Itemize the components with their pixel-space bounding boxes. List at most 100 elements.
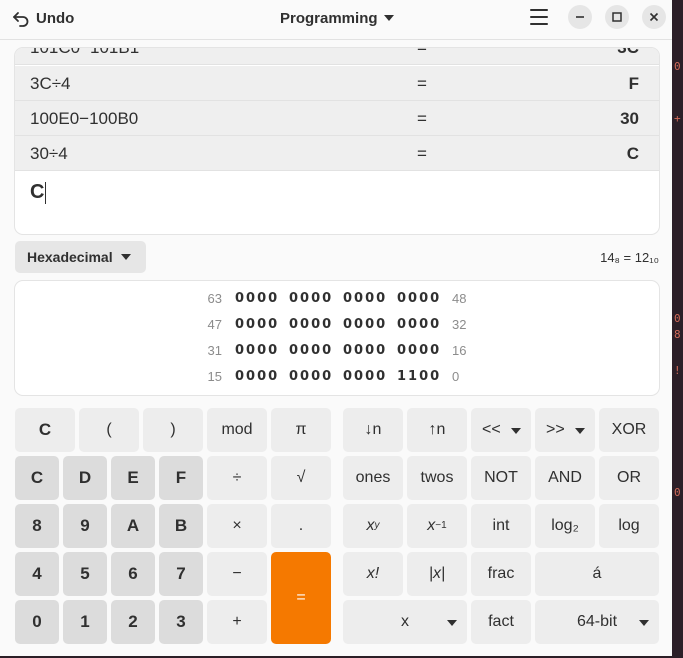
digit-5-button[interactable]: 5 [63, 552, 107, 596]
bit-nibble[interactable]: 0000 [343, 343, 387, 358]
history-row[interactable]: 30÷4 = C [15, 136, 659, 171]
inverse-button[interactable]: x −1 [407, 504, 467, 548]
clear-button[interactable]: C [15, 408, 75, 452]
history-row[interactable]: 101C0−101B1 = 3C [15, 48, 659, 65]
close-button[interactable] [642, 5, 666, 29]
power-button[interactable]: xy [343, 504, 403, 548]
undo-button[interactable]: Undo [8, 6, 78, 30]
minimize-icon [576, 16, 584, 18]
pi-button[interactable]: π [271, 408, 331, 452]
bit-nibble[interactable]: 0000 [289, 317, 333, 332]
mod-button[interactable]: mod [207, 408, 267, 452]
bit-nibble[interactable]: 0000 [397, 291, 441, 306]
mode-selector[interactable]: Programming [280, 6, 394, 30]
chevron-down-icon [120, 254, 131, 260]
word-size-selector[interactable]: 64-bit [535, 600, 659, 644]
factorial-button[interactable]: x! [343, 552, 403, 596]
open-paren-button[interactable]: ( [79, 408, 139, 452]
digit-4-button[interactable]: 4 [15, 552, 59, 596]
digit-1-button[interactable]: 1 [63, 600, 107, 644]
menu-icon[interactable] [530, 9, 548, 25]
log2-button[interactable]: log₂ [535, 504, 595, 548]
bit-nibble[interactable]: 0000 [343, 317, 387, 332]
decimal-point-button[interactable]: . [271, 504, 331, 548]
bit-index-right: 0 [452, 369, 460, 384]
bit-nibble[interactable]: 1100 [397, 369, 441, 384]
equals-button[interactable]: = [271, 552, 331, 644]
digit-6-button[interactable]: 6 [111, 552, 155, 596]
fraction-button[interactable]: frac [471, 552, 531, 596]
absolute-value-button[interactable]: |x| [407, 552, 467, 596]
bit-nibble[interactable]: 0000 [289, 369, 333, 384]
shift-right-label: >> [546, 421, 565, 438]
subtract-button[interactable]: − [207, 552, 267, 596]
history-result: 3C [617, 48, 639, 58]
number-base-selector[interactable]: Hexadecimal [15, 241, 146, 273]
history-equals: = [417, 48, 427, 58]
variable-selector[interactable]: x [343, 600, 467, 644]
bit-nibble[interactable]: 0000 [397, 343, 441, 358]
bit-nibble[interactable]: 0000 [343, 369, 387, 384]
shift-up-button[interactable]: ↑n [407, 408, 467, 452]
digit-8-button[interactable]: 8 [15, 504, 59, 548]
digit-e-button[interactable]: E [111, 456, 155, 500]
ones-complement-button[interactable]: ones [343, 456, 403, 500]
shift-down-button[interactable]: ↓n [343, 408, 403, 452]
digit-f-button[interactable]: F [159, 456, 203, 500]
bit-panel: 63 0000 0000 0000 0000 48 47 0000 0000 0… [15, 281, 659, 395]
digit-a-button[interactable]: A [111, 504, 155, 548]
digit-0-button[interactable]: 0 [15, 600, 59, 644]
chevron-down-icon [639, 620, 649, 626]
history-row[interactable]: 100E0−100B0 = 30 [15, 101, 659, 136]
bit-nibble[interactable]: 0000 [235, 369, 279, 384]
maximize-button[interactable] [605, 5, 629, 29]
not-button[interactable]: NOT [471, 456, 531, 500]
history-expression: 100E0−100B0 [30, 109, 139, 128]
bit-nibble[interactable]: 0000 [235, 291, 279, 306]
bit-nibble[interactable]: 0000 [289, 343, 333, 358]
bit-nibble[interactable]: 0000 [343, 291, 387, 306]
integer-button[interactable]: int [471, 504, 531, 548]
bit-nibble[interactable]: 0000 [235, 343, 279, 358]
bit-index-right: 48 [452, 291, 467, 306]
minimize-button[interactable] [568, 5, 592, 29]
digit-c-button[interactable]: C [15, 456, 59, 500]
digit-d-button[interactable]: D [63, 456, 107, 500]
digit-7-button[interactable]: 7 [159, 552, 203, 596]
mode-label: Programming [280, 9, 378, 27]
digit-2-button[interactable]: 2 [111, 600, 155, 644]
digit-3-button[interactable]: 3 [159, 600, 203, 644]
history-equals: = [417, 74, 427, 93]
bit-index-left: 31 [207, 343, 222, 358]
bit-nibble[interactable]: 0000 [397, 317, 441, 332]
divide-button[interactable]: ÷ [207, 456, 267, 500]
desktop-glyph: + [674, 112, 681, 125]
bit-nibble[interactable]: 0000 [289, 291, 333, 306]
or-button[interactable]: OR [599, 456, 659, 500]
history-row[interactable]: 3C÷4 = F [15, 66, 659, 101]
expression-entry[interactable]: C [30, 181, 47, 204]
multiply-button[interactable]: × [207, 504, 267, 548]
history-equals: = [417, 144, 427, 163]
shift-right-button[interactable]: >> [535, 408, 595, 452]
shift-left-button[interactable]: << [471, 408, 531, 452]
close-paren-button[interactable]: ) [143, 408, 203, 452]
text-cursor [45, 181, 47, 204]
twos-complement-button[interactable]: twos [407, 456, 467, 500]
sqrt-button[interactable]: √ [271, 456, 331, 500]
desktop-glyph: ! [674, 364, 681, 377]
bit-row: 47 0000 0000 0000 0000 32 [15, 317, 659, 335]
factorize-button[interactable]: fact [471, 600, 531, 644]
bit-nibble[interactable]: 0000 [235, 317, 279, 332]
add-button[interactable]: + [207, 600, 267, 644]
log-button[interactable]: log [599, 504, 659, 548]
close-icon [649, 12, 659, 22]
chevron-down-icon [447, 620, 457, 626]
insert-character-button[interactable]: á [535, 552, 659, 596]
base-label: Hexadecimal [27, 249, 113, 265]
xor-button[interactable]: XOR [599, 408, 659, 452]
and-button[interactable]: AND [535, 456, 595, 500]
digit-9-button[interactable]: 9 [63, 504, 107, 548]
digit-b-button[interactable]: B [159, 504, 203, 548]
maximize-icon [612, 12, 622, 22]
